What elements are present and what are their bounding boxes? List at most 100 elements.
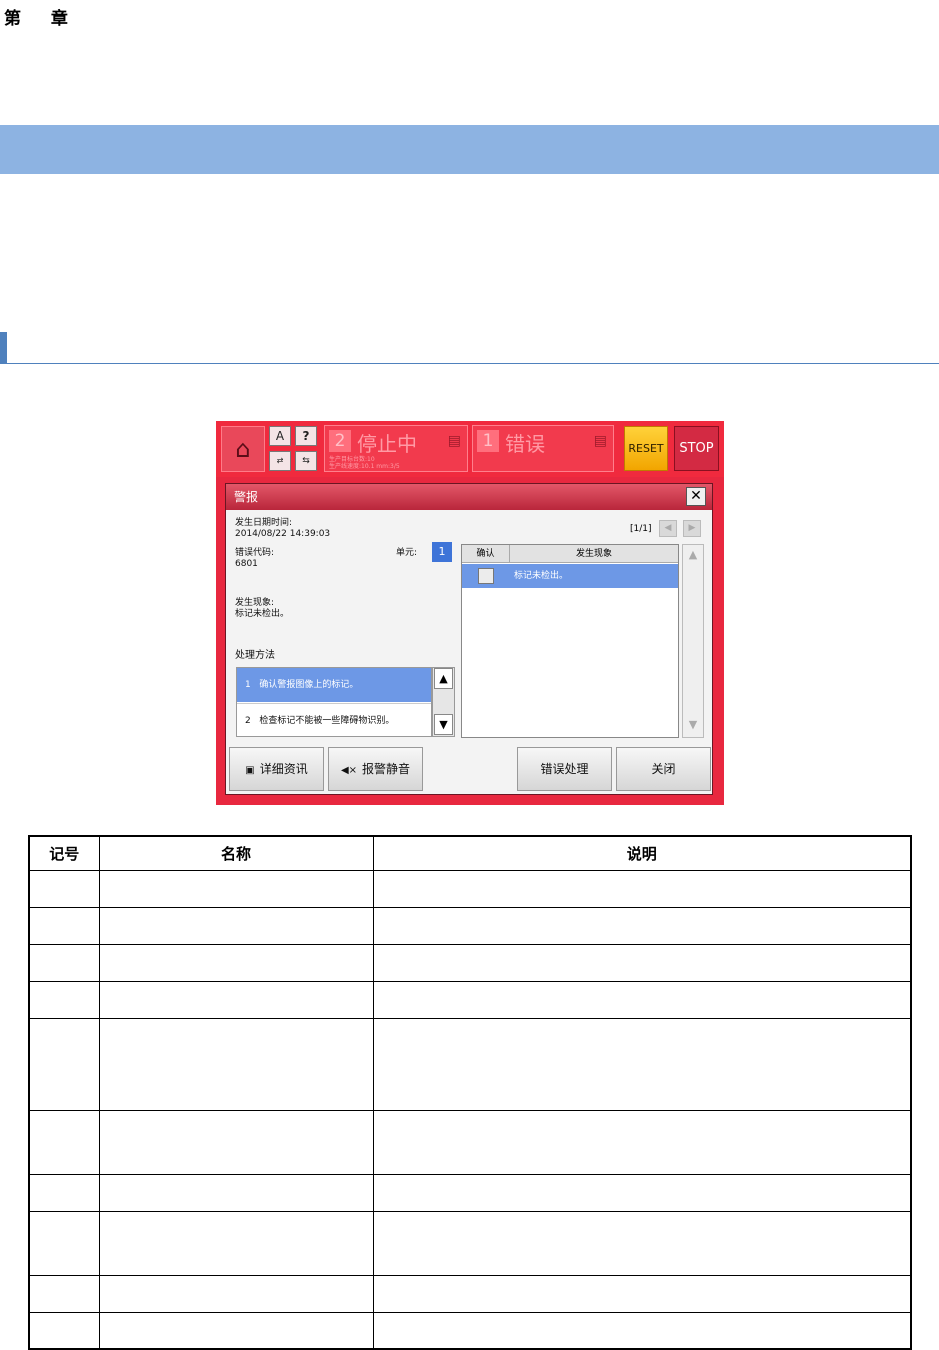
subsection-marker <box>0 332 7 364</box>
error-code-label: 错误代码: <box>235 548 275 558</box>
table-row <box>28 1017 912 1111</box>
cell-name <box>98 980 374 1019</box>
col-confirm: 确认 <box>462 545 510 563</box>
list-item[interactable]: 2 检查标记不能被一些障碍物识别。 <box>237 703 431 737</box>
method-number: 1 <box>245 680 251 690</box>
section-title-band <box>0 125 939 174</box>
scroll-down-icon[interactable]: ▼ <box>685 717 701 733</box>
user-icon[interactable]: ⇄ <box>269 451 291 471</box>
cell-description <box>372 1311 912 1350</box>
transfer-icon[interactable]: ⇆ <box>295 451 317 471</box>
event-text: 标记未检出。 <box>514 571 569 581</box>
cell-description <box>372 1210 912 1276</box>
table-row <box>28 943 912 982</box>
method-scrollbar[interactable]: ▲ ▼ <box>432 667 455 737</box>
mute-button[interactable]: ◀× 报警静音 <box>328 747 423 791</box>
table-row <box>28 869 912 908</box>
close-button[interactable]: 关闭 <box>616 747 711 791</box>
status-number: 2 <box>329 430 351 452</box>
stop-button[interactable]: STOP <box>674 426 719 471</box>
chapter-heading: 第 章 <box>4 9 80 29</box>
table-row <box>28 980 912 1019</box>
alarm-dialog: 警报 ✕ 发生日期时间: 2014/08/22 14:39:03 [1/1] ◀… <box>225 483 713 795</box>
method-text: 确认警报图像上的标记。 <box>259 680 359 690</box>
table-row <box>28 1173 912 1212</box>
event-table: 确认 发生现象 标记未检出。 <box>461 544 679 738</box>
home-icon[interactable]: ⌂ <box>221 426 265 472</box>
table-row <box>28 1109 912 1175</box>
unit-value: 1 <box>432 542 452 562</box>
status-sub-line1: 生产目标台数:10 <box>329 456 375 463</box>
document-icon: ▤ <box>447 433 461 449</box>
cell-symbol <box>28 943 100 982</box>
datetime-label: 发生日期时间: <box>235 518 293 528</box>
cell-description <box>372 1173 912 1212</box>
cell-symbol <box>28 1210 100 1276</box>
col-description: 说明 <box>372 835 912 871</box>
cell-description <box>372 1109 912 1175</box>
help-icon[interactable]: ? <box>295 426 317 446</box>
scroll-up-icon[interactable]: ▲ <box>434 668 453 689</box>
top-status-bar: ⌂ A ? ⇄ ⇆ 2 停止中 生产目标台数:10 生产线速度:10.1 mm:… <box>216 421 724 477</box>
event-scrollbar[interactable]: ▲ ▼ <box>682 544 704 738</box>
symbol-table: 记号 名称 说明 <box>28 835 912 1350</box>
method-list: 1 确认警报图像上的标记。 2 检查标记不能被一些障碍物识别。 <box>236 667 432 737</box>
cell-name <box>98 1210 374 1276</box>
list-item[interactable]: 1 确认警报图像上的标记。 <box>237 668 431 702</box>
error-handle-button[interactable]: 错误处理 <box>517 747 612 791</box>
table-row <box>28 906 912 945</box>
scroll-up-icon[interactable]: ▲ <box>685 547 701 563</box>
reset-button[interactable]: RESET <box>624 426 668 471</box>
col-phenomenon: 发生现象 <box>575 549 612 559</box>
info-icon: ▣ <box>245 765 255 776</box>
language-icon[interactable]: A <box>269 426 291 446</box>
document-icon: ▤ <box>593 433 607 449</box>
error-code-value: 6801 <box>235 559 258 569</box>
cell-symbol <box>28 1173 100 1212</box>
cell-symbol <box>28 1109 100 1175</box>
prev-page-icon[interactable]: ◀ <box>659 520 677 537</box>
col-symbol: 记号 <box>28 835 100 871</box>
cell-name <box>98 943 374 982</box>
method-label: 处理方法 <box>235 650 275 661</box>
cell-name <box>98 1274 374 1313</box>
cell-description <box>372 943 912 982</box>
table-row <box>28 1311 912 1350</box>
status-label: 停止中 <box>357 432 417 456</box>
method-text: 检查标记不能被一些障碍物识别。 <box>259 716 395 726</box>
confirm-checkbox[interactable] <box>478 568 494 584</box>
machine-status-box[interactable]: 2 停止中 生产目标台数:10 生产线速度:10.1 mm:3/5 ▤ <box>324 425 468 472</box>
cell-symbol <box>28 1274 100 1313</box>
col-name: 名称 <box>98 835 374 871</box>
next-page-icon[interactable]: ▶ <box>683 520 701 537</box>
subsection-title-rule <box>0 332 939 364</box>
page-indicator: [1/1] <box>630 524 652 534</box>
event-table-header: 确认 发生现象 <box>462 545 678 563</box>
datetime-value: 2014/08/22 14:39:03 <box>235 529 331 539</box>
scroll-down-icon[interactable]: ▼ <box>434 714 453 735</box>
cell-description <box>372 1017 912 1111</box>
cell-symbol <box>28 1017 100 1111</box>
detail-button-label: 详细资讯 <box>259 762 308 776</box>
cell-description <box>372 869 912 908</box>
error-label: 错误 <box>505 432 545 456</box>
cell-name <box>98 869 374 908</box>
mute-button-label: 报警静音 <box>362 762 411 776</box>
method-number: 2 <box>245 716 251 726</box>
phenomenon-value: 标记未检出。 <box>235 609 290 619</box>
cell-name <box>98 1173 374 1212</box>
cell-name <box>98 1311 374 1350</box>
cell-name <box>98 1109 374 1175</box>
cell-symbol <box>28 1311 100 1350</box>
unit-label: 单元: <box>396 548 418 558</box>
cell-symbol <box>28 906 100 945</box>
mute-icon: ◀× <box>340 765 358 776</box>
detail-button[interactable]: ▣ 详细资讯 <box>229 747 324 791</box>
status-sub: 生产目标台数:10 生产线速度:10.1 mm:3/5 <box>329 456 400 470</box>
error-status-box[interactable]: 1 错误 ▤ <box>472 425 614 472</box>
phenomenon-label: 发生现象: <box>235 598 275 608</box>
status-sub-line2: 生产线速度:10.1 mm:3/5 <box>329 463 400 470</box>
close-icon[interactable]: ✕ <box>686 487 706 506</box>
table-row[interactable]: 标记未检出。 <box>462 564 678 588</box>
table-row <box>28 1274 912 1313</box>
